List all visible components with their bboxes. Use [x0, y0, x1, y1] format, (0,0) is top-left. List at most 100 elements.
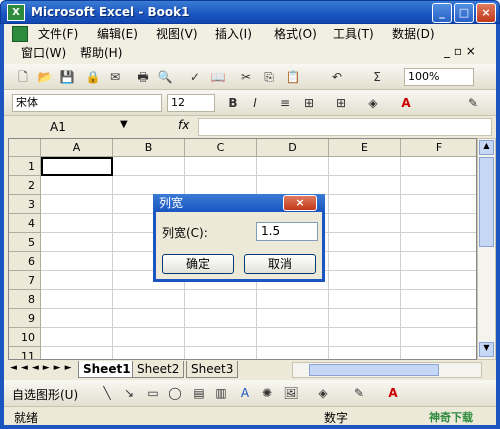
row-header[interactable]: 4: [9, 214, 41, 233]
autoshapes-menu[interactable]: 自选图形(U): [12, 386, 78, 403]
arrow-icon[interactable]: ↘: [120, 384, 138, 402]
status-bar: 就绪 数字 神奇下载: [4, 406, 496, 425]
fill-color-icon[interactable]: ◈: [364, 94, 382, 112]
menu-file[interactable]: 文件(F): [34, 25, 82, 43]
new-icon[interactable]: 🗋: [14, 68, 32, 86]
grid-line: [400, 157, 401, 359]
picture-icon[interactable]: 🖼: [282, 384, 300, 402]
tab-sheet2[interactable]: Sheet2: [132, 361, 185, 378]
grid-line: [112, 157, 113, 359]
open-icon[interactable]: 📂: [36, 68, 54, 86]
close-button[interactable]: ×: [476, 3, 496, 23]
diagram-icon[interactable]: ✺: [258, 384, 276, 402]
column-header-d[interactable]: D: [257, 139, 329, 157]
menu-window[interactable]: 窗口(W): [17, 44, 70, 62]
scroll-down-icon[interactable]: ▼: [479, 342, 494, 357]
sheet-nav-icons[interactable]: ◄◄◄►►►: [10, 363, 76, 373]
standard-toolbar: 🗋 📂 💾 🔒 ✉ 🖶 🔍 ✓ 📖 ✂ ⎘ 📋 ↶ Σ 100%: [4, 64, 496, 90]
column-header-e[interactable]: E: [329, 139, 401, 157]
menu-bar: 文件(F) 编辑(E) 视图(V) 插入(I) 格式(O) 工具(T) 数据(D…: [4, 24, 496, 64]
active-cell-a1[interactable]: [41, 157, 113, 176]
sheet-tab-bar: ◄◄◄►►► Sheet1 Sheet2 Sheet3: [4, 360, 496, 380]
merge-center-icon[interactable]: ⊞: [300, 94, 318, 112]
italic-icon[interactable]: I: [246, 94, 264, 112]
paste-icon[interactable]: 📋: [284, 68, 302, 86]
row-header[interactable]: 2: [9, 176, 41, 195]
column-header-b[interactable]: B: [113, 139, 185, 157]
menu-edit[interactable]: 编辑(E): [93, 25, 142, 43]
font-color-draw-icon[interactable]: A: [384, 384, 402, 402]
save-icon[interactable]: 💾: [58, 68, 76, 86]
column-header-c[interactable]: C: [185, 139, 257, 157]
minimize-button[interactable]: _: [432, 3, 452, 23]
excel-app-icon: X: [7, 4, 25, 21]
menu-tools[interactable]: 工具(T): [329, 25, 378, 43]
scroll-up-icon[interactable]: ▲: [479, 140, 494, 155]
email-icon[interactable]: ✉: [106, 68, 124, 86]
tab-sheet3[interactable]: Sheet3: [186, 361, 239, 378]
column-header-f[interactable]: F: [401, 139, 476, 157]
hscroll-thumb[interactable]: [309, 364, 439, 376]
zoom-dropdown[interactable]: 100%: [404, 68, 474, 86]
highlighter-icon[interactable]: ✎: [464, 94, 482, 112]
bold-icon[interactable]: B: [224, 94, 242, 112]
wordart-icon[interactable]: A: [236, 384, 254, 402]
rectangle-icon[interactable]: ▭: [144, 384, 162, 402]
row-header[interactable]: 6: [9, 252, 41, 271]
line-icon[interactable]: ╲: [98, 384, 116, 402]
name-box[interactable]: A1: [46, 118, 126, 136]
maximize-button[interactable]: □: [454, 3, 474, 23]
print-icon[interactable]: 🖶: [134, 68, 152, 86]
fill-color-draw-icon[interactable]: ◈: [314, 384, 332, 402]
menu-insert[interactable]: 插入(I): [211, 25, 256, 43]
undo-icon[interactable]: ↶: [328, 68, 346, 86]
autosum-icon[interactable]: Σ: [368, 68, 386, 86]
menu-data[interactable]: 数据(D): [388, 25, 439, 43]
font-color-icon[interactable]: A: [397, 94, 415, 112]
column-header-a[interactable]: A: [41, 139, 113, 157]
horizontal-scrollbar[interactable]: [292, 362, 482, 378]
fx-icon[interactable]: fx: [178, 118, 189, 132]
restore-doc-icon[interactable]: _ ▫ ×: [444, 44, 476, 58]
name-box-dropdown-icon[interactable]: ▼: [120, 119, 128, 130]
menu-format[interactable]: 格式(O): [270, 25, 321, 43]
row-header[interactable]: 7: [9, 271, 41, 290]
title-bar: X Microsoft Excel - Book1 _ □ ×: [0, 0, 500, 24]
line-color-icon[interactable]: ✎: [350, 384, 368, 402]
print-preview-icon[interactable]: 🔍: [156, 68, 174, 86]
row-header[interactable]: 10: [9, 328, 41, 347]
oval-icon[interactable]: ◯: [166, 384, 184, 402]
dialog-close-button[interactable]: ×: [283, 195, 317, 211]
select-all-corner[interactable]: [9, 139, 41, 157]
borders-icon[interactable]: ⊞: [332, 94, 350, 112]
row-header[interactable]: 5: [9, 233, 41, 252]
formula-input[interactable]: [198, 118, 492, 136]
menu-help[interactable]: 帮助(H): [76, 44, 126, 62]
permission-icon[interactable]: 🔒: [84, 68, 102, 86]
row-header[interactable]: 1: [9, 157, 41, 176]
vertical-scrollbar[interactable]: ▲ ▼: [477, 138, 496, 360]
align-center-icon[interactable]: ≡: [276, 94, 294, 112]
column-width-input[interactable]: 1.5: [256, 222, 318, 241]
grid-line: [328, 157, 329, 359]
font-dropdown[interactable]: 宋体: [12, 94, 162, 112]
row-header[interactable]: 3: [9, 195, 41, 214]
workbook-icon[interactable]: [12, 26, 28, 42]
row-header[interactable]: 11: [9, 347, 41, 359]
cancel-button[interactable]: 取消: [244, 254, 316, 274]
ok-button[interactable]: 确定: [162, 254, 234, 274]
font-size-dropdown[interactable]: 12: [167, 94, 215, 112]
research-icon[interactable]: 📖: [209, 68, 227, 86]
copy-icon[interactable]: ⎘: [260, 68, 278, 86]
row-header[interactable]: 8: [9, 290, 41, 309]
row-header[interactable]: 9: [9, 309, 41, 328]
status-ready: 就绪: [14, 411, 39, 425]
vertical-textbox-icon[interactable]: ▥: [212, 384, 230, 402]
tab-sheet1[interactable]: Sheet1: [78, 361, 136, 378]
spelling-icon[interactable]: ✓: [186, 68, 204, 86]
textbox-icon[interactable]: ▤: [190, 384, 208, 402]
cut-icon[interactable]: ✂: [237, 68, 255, 86]
menu-view[interactable]: 视图(V): [152, 25, 202, 43]
scroll-thumb[interactable]: [479, 157, 494, 247]
grid-line: [41, 327, 476, 328]
